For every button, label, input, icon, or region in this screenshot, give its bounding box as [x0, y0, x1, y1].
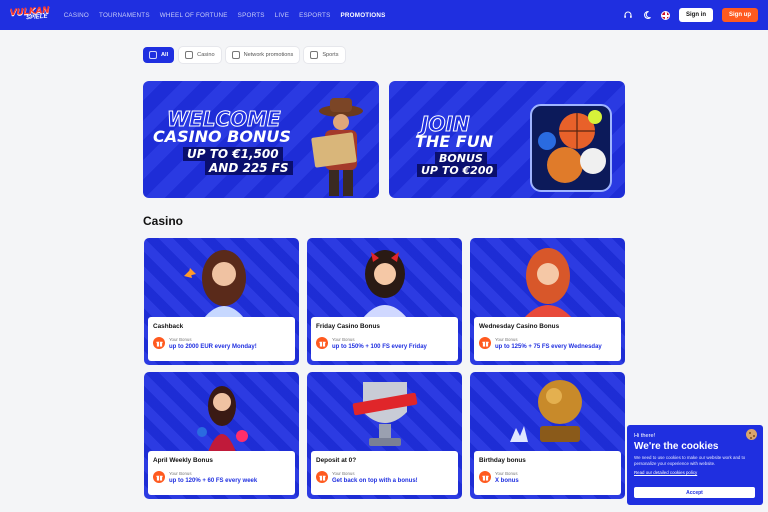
join-the-fun-banner[interactable]: JOIN THE FUN BONUS UP TO €200 [389, 81, 625, 198]
card-illustration [524, 248, 572, 318]
headset-icon[interactable] [623, 10, 633, 20]
promo-card-friday-casino-bonus[interactable]: Friday Casino Bonus Your Bonus up to 150… [307, 238, 462, 365]
gift-icon [153, 337, 165, 349]
welcome-line-2: CASINO BONUS [153, 127, 291, 146]
card-bonus-label: Your Bonus [332, 471, 355, 476]
cookie-description: We need to use cookies to make our websi… [634, 455, 746, 467]
filter-network-label: Network promotions [243, 52, 294, 58]
grid-icon [149, 51, 157, 59]
filter-casino[interactable]: Casino [179, 47, 221, 63]
card-title: Cashback [153, 323, 184, 330]
card-bonus-label: Your Bonus [169, 337, 192, 342]
gift-icon [479, 471, 491, 483]
card-illustration [184, 250, 246, 318]
site-logo[interactable]: VULKAN SPIELE [9, 6, 50, 23]
nav-wheel-of-fortune[interactable]: WHEEL OF FORTUNE [160, 12, 228, 19]
card-info: Birthday bonus Your Bonus X bonus [474, 451, 621, 495]
sign-in-button[interactable]: Sign in [679, 8, 713, 22]
sports-balls-illustration [530, 104, 612, 192]
promo-card-deposit-at-zero[interactable]: Deposit at 0? Your Bonus Get back on top… [307, 372, 462, 499]
nav-sports[interactable]: SPORTS [238, 12, 265, 19]
gift-icon [479, 337, 491, 349]
card-bonus-value: Get back on top with a bonus! [332, 478, 418, 484]
card-bonus-value: up to 125% + 75 FS every Wednesday [495, 344, 602, 350]
trophy-illustration [352, 382, 418, 446]
top-header: VULKAN SPIELE CASINO TOURNAMENTS WHEEL O… [0, 0, 768, 30]
promo-card-birthday-bonus[interactable]: Birthday bonus Your Bonus X bonus [470, 372, 625, 499]
card-info: Cashback Your Bonus up to 2000 EUR every… [148, 317, 295, 361]
uk-flag-icon[interactable] [661, 10, 670, 20]
card-bonus-value: up to 150% + 100 FS every Friday [332, 344, 427, 350]
gift-icon [316, 471, 328, 483]
card-illustration [197, 386, 248, 452]
join-line-2: THE FUN [415, 132, 494, 151]
cookie-policy-link[interactable]: Read our detailed cookies policy [634, 470, 756, 475]
promo-card-cashback[interactable]: Cashback Your Bonus up to 2000 EUR every… [144, 238, 299, 365]
cookie-greeting: Hi there! [634, 433, 656, 439]
moon-icon[interactable] [642, 10, 652, 20]
header-actions: Sign in Sign up [623, 8, 758, 22]
casino-section-title: Casino [143, 214, 184, 228]
card-info: April Weekly Bonus Your Bonus up to 120%… [148, 451, 295, 495]
cookie-title: We're the cookies [634, 441, 719, 452]
accept-cookies-button[interactable]: Accept [634, 487, 755, 498]
welcome-line-1: WELCOME [167, 107, 282, 131]
card-bonus-value: up to 120% + 60 FS every week [169, 478, 258, 484]
golden-ball-illustration [510, 380, 582, 442]
card-title: Friday Casino Bonus [316, 323, 380, 330]
gift-icon [316, 337, 328, 349]
nav-promotions[interactable]: PROMOTIONS [341, 12, 386, 19]
card-bonus-label: Your Bonus [332, 337, 355, 342]
filter-casino-label: Casino [197, 52, 215, 58]
nav-tournaments[interactable]: TOURNAMENTS [99, 12, 150, 19]
logo-text-bottom: SPIELE [26, 13, 48, 22]
card-info: Deposit at 0? Your Bonus Get back on top… [311, 451, 458, 495]
nav-esports[interactable]: ESPORTS [299, 12, 330, 19]
welcome-line-3: UP TO €1,500 [183, 147, 283, 161]
card-bonus-label: Your Bonus [495, 337, 518, 342]
filter-network-promotions[interactable]: Network promotions [225, 47, 300, 63]
card-title: Deposit at 0? [316, 457, 357, 464]
nav-casino[interactable]: CASINO [64, 12, 89, 19]
cookie-consent-panel: Hi there! We're the cookies We need to u… [627, 425, 763, 505]
promo-card-april-weekly-bonus[interactable]: April Weekly Bonus Your Bonus up to 120%… [144, 372, 299, 499]
card-info: Wednesday Casino Bonus Your Bonus up to … [474, 317, 621, 361]
welcome-bonus-banner[interactable]: WELCOME CASINO BONUS UP TO €1,500 AND 22… [143, 81, 379, 198]
card-bonus-value: X bonus [495, 478, 519, 484]
join-line-4: UP TO €200 [417, 164, 498, 177]
card-illustration [363, 250, 407, 318]
nav-live[interactable]: LIVE [275, 12, 289, 19]
card-title: Wednesday Casino Bonus [479, 323, 560, 330]
filter-sports[interactable]: Sports [304, 47, 345, 63]
card-info: Friday Casino Bonus Your Bonus up to 150… [311, 317, 458, 361]
sign-up-button[interactable]: Sign up [722, 8, 758, 22]
ball-icon [310, 51, 319, 59]
filter-all[interactable]: All [143, 47, 175, 63]
welcome-line-4: AND 225 FS [205, 161, 293, 175]
cookie-icon [746, 429, 757, 440]
cowboy-illustration [311, 98, 363, 196]
promo-filter-bar: All Casino Network promotions Sports [143, 47, 345, 63]
card-title: Birthday bonus [479, 457, 526, 464]
filter-all-label: All [161, 52, 169, 58]
card-bonus-value: up to 2000 EUR every Monday! [169, 344, 257, 350]
join-line-1: JOIN [421, 112, 471, 136]
main-nav: CASINO TOURNAMENTS WHEEL OF FORTUNE SPOR… [64, 12, 386, 19]
network-icon [231, 51, 240, 59]
slot-machine-icon [185, 51, 194, 59]
card-bonus-label: Your Bonus [169, 471, 192, 476]
filter-sports-label: Sports [322, 52, 339, 58]
card-bonus-label: Your Bonus [495, 471, 518, 476]
card-title: April Weekly Bonus [153, 457, 213, 464]
gift-icon [153, 471, 165, 483]
promo-card-wednesday-casino-bonus[interactable]: Wednesday Casino Bonus Your Bonus up to … [470, 238, 625, 365]
